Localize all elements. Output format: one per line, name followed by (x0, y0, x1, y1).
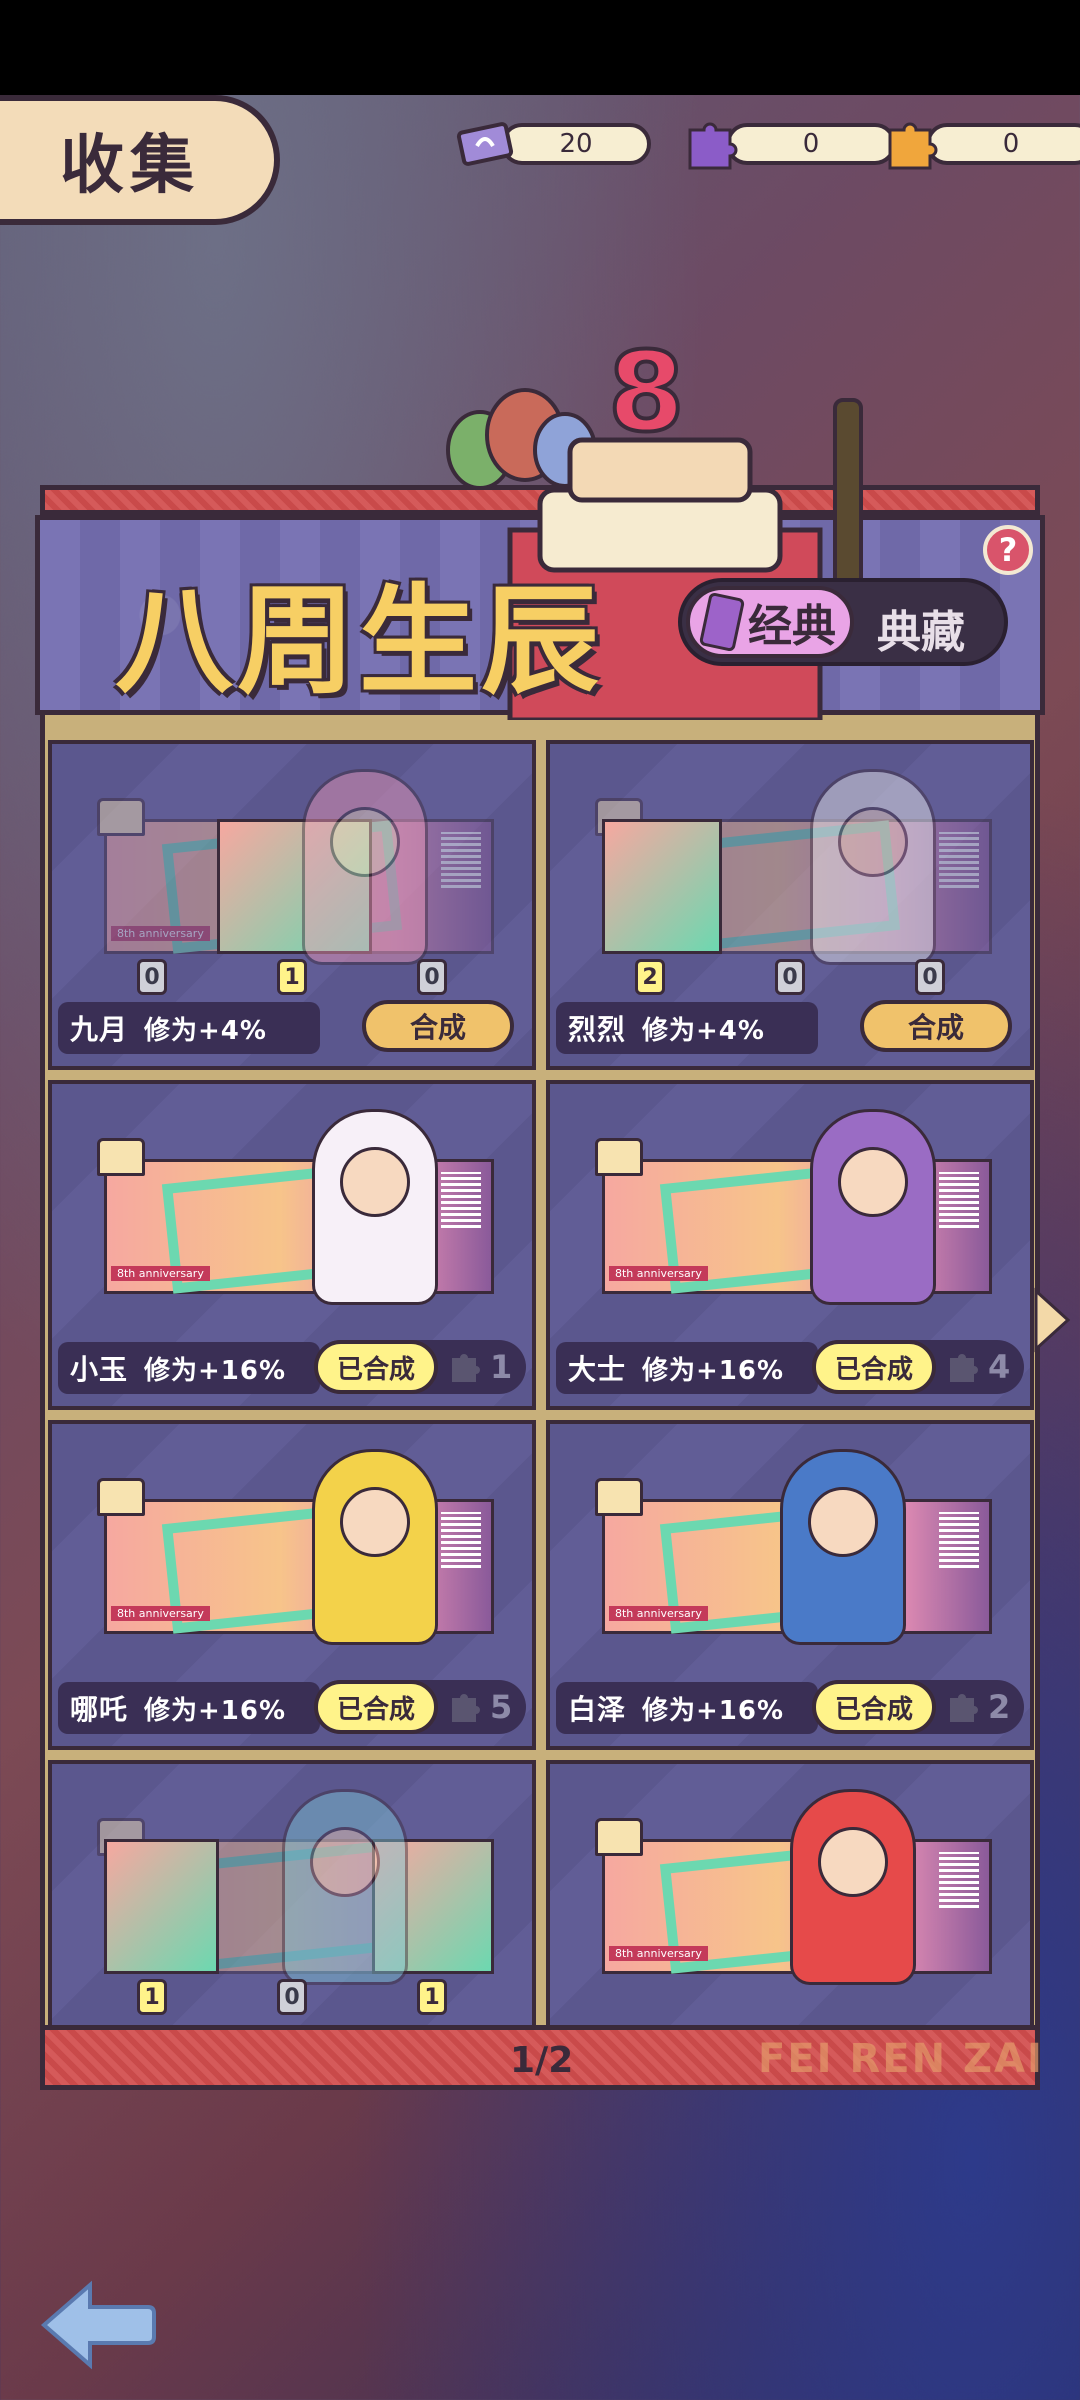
slot-1: 2 (635, 959, 665, 995)
tab-classic[interactable]: 经典 (686, 586, 854, 658)
card-baize[interactable]: 8th anniversary 白泽 修为+16% 已合成 2 (546, 1420, 1034, 1750)
piece-count: 4 (988, 1348, 1011, 1386)
cake-icon (97, 1478, 145, 1516)
card-name: 哪吒 (70, 1693, 129, 1726)
synthesized-button[interactable]: 已合成 (314, 1340, 438, 1394)
card-name-bar: 白泽 修为+16% (556, 1682, 818, 1734)
card-icon (698, 591, 746, 653)
puzzle-piece-icon (452, 1354, 480, 1382)
puzzle-piece-icon (452, 1694, 480, 1722)
tab-classic-label: 经典 (748, 601, 836, 652)
svg-text:8: 8 (608, 340, 685, 456)
character-art (790, 1789, 916, 1985)
puzzle-piece-icon (950, 1354, 978, 1382)
brand-watermark: FEI REN ZAI (758, 2036, 1044, 2082)
orange-puzzle-count: 0 (926, 123, 1080, 165)
slot-3: 1 (417, 1979, 447, 2015)
piece-slots: 0 1 0 (52, 959, 532, 999)
card-bonus: 修为+4% (642, 1015, 765, 1046)
character-art (312, 1109, 438, 1305)
slot-3: 0 (915, 959, 945, 995)
character-art (810, 769, 936, 965)
slot-2: 0 (277, 1979, 307, 2015)
next-page-arrow-icon[interactable] (1032, 1285, 1072, 1355)
card-name: 白泽 (568, 1693, 627, 1726)
card-name: 小玉 (70, 1353, 129, 1386)
card-name: 烈烈 (568, 1013, 627, 1046)
card-name-bar: 九月 修为+4% (58, 1002, 320, 1054)
event-title: 八周生辰 (115, 572, 604, 710)
card-name: 大士 (568, 1353, 627, 1386)
character-art (302, 769, 428, 965)
purple-puzzle-icon (688, 122, 738, 170)
card-bonus: 修为+16% (144, 1695, 287, 1726)
piece-count: 5 (490, 1688, 513, 1726)
purple-puzzle-currency: 0 (680, 120, 896, 170)
character-art (312, 1449, 438, 1645)
collected-piece (104, 1839, 219, 1974)
card-lielie[interactable]: 8th anniversary 2 0 0 烈烈 修为+4% 合成 (546, 740, 1034, 1070)
card-full[interactable]: 8th anniversary (546, 1760, 1034, 2025)
cake-icon (97, 798, 145, 836)
ticket-icon (456, 122, 514, 166)
back-arrow-icon[interactable] (38, 2275, 158, 2375)
synthesized-button[interactable]: 已合成 (812, 1680, 936, 1734)
tab-collection[interactable]: 典藏 (877, 596, 965, 660)
piece-slots: 1 0 1 (52, 1979, 532, 2019)
cake-icon (595, 1138, 643, 1176)
card-name-bar: 烈烈 修为+4% (556, 1002, 818, 1054)
card-jiuyue[interactable]: 8th anniversary 0 1 0 九月 修为+4% 合成 (48, 740, 536, 1070)
card-dashi[interactable]: 8th anniversary 大士 修为+16% 已合成 4 (546, 1080, 1034, 1410)
piece-slots: 2 0 0 (550, 959, 1030, 999)
slot-1: 0 (137, 959, 167, 995)
synthesize-button[interactable]: 合成 (860, 1000, 1012, 1052)
cake-icon (97, 1138, 145, 1176)
synthesized-button[interactable]: 已合成 (314, 1680, 438, 1734)
card-bonus: 修为+16% (642, 1695, 785, 1726)
orange-puzzle-currency: 0 (880, 120, 1080, 170)
cake-icon (595, 1478, 643, 1516)
synthesized-status: 已合成 5 (314, 1680, 526, 1734)
ticket-count: 20 (501, 123, 651, 165)
page-indicator: 1/2 (510, 2040, 574, 2081)
card-name: 九月 (70, 1013, 129, 1046)
card-name-bar: 哪吒 修为+16% (58, 1682, 320, 1734)
character-art (282, 1789, 408, 1985)
slot-1: 1 (137, 1979, 167, 2015)
ticket-currency: 20 (455, 120, 651, 168)
character-art (810, 1109, 936, 1305)
card-bonus: 修为+16% (642, 1355, 785, 1386)
synthesized-button[interactable]: 已合成 (812, 1340, 936, 1394)
card-nezha[interactable]: 8th anniversary 哪吒 修为+16% 已合成 5 (48, 1420, 536, 1750)
card-name-bar: 小玉 修为+16% (58, 1342, 320, 1394)
orange-puzzle-icon (888, 122, 938, 170)
edition-toggle[interactable]: 经典 典藏 (678, 578, 1008, 666)
page-title-tab: 收集 (0, 95, 280, 225)
card-bonus: 修为+16% (144, 1355, 287, 1386)
collected-piece (602, 819, 722, 954)
synthesized-status: 已合成 4 (812, 1340, 1024, 1394)
synthesized-status: 已合成 2 (812, 1680, 1024, 1734)
synthesized-status: 已合成 1 (314, 1340, 526, 1394)
puzzle-piece-icon (950, 1694, 978, 1722)
card-grid: 8th anniversary 0 1 0 九月 修为+4% 合成 8th an… (48, 740, 1034, 2025)
page-title: 收集 (60, 129, 200, 203)
purple-puzzle-count: 0 (726, 123, 896, 165)
card-xiaoyu[interactable]: 8th anniversary 小玉 修为+16% 已合成 1 (48, 1080, 536, 1410)
card-name-bar: 大士 修为+16% (556, 1342, 818, 1394)
card-bonus: 修为+4% (144, 1015, 267, 1046)
character-art (780, 1449, 906, 1645)
piece-count: 2 (988, 1688, 1011, 1726)
cake-icon (595, 1818, 643, 1856)
slot-2: 0 (775, 959, 805, 995)
card-partial[interactable]: 8th anniversary 1 0 1 (48, 1760, 536, 2025)
help-button[interactable]: ? (983, 525, 1033, 575)
piece-count: 1 (490, 1348, 513, 1386)
status-bar (0, 0, 1080, 95)
slot-2: 1 (277, 959, 307, 995)
synthesize-button[interactable]: 合成 (362, 1000, 514, 1052)
slot-3: 0 (417, 959, 447, 995)
